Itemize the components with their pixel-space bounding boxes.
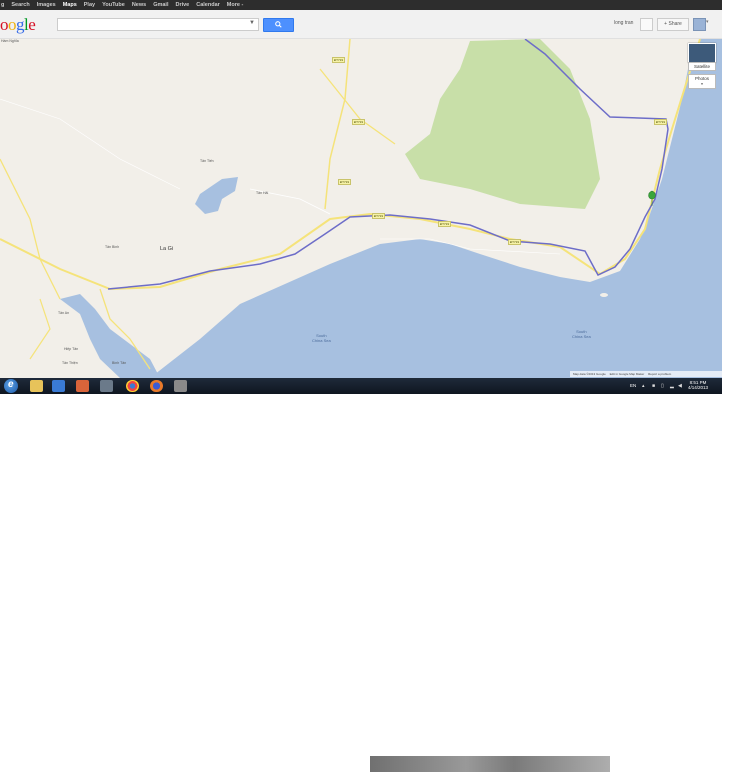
forest-area: [405, 39, 600, 209]
map-label: Tân Bình: [105, 245, 120, 249]
user-name[interactable]: long tran: [614, 20, 633, 26]
start-button[interactable]: e: [4, 379, 18, 393]
nav-item-more[interactable]: More -: [227, 2, 244, 8]
nav-item-play[interactable]: Play: [84, 2, 95, 8]
nav-item-youtube[interactable]: YouTube: [102, 2, 125, 8]
map-label: Tân Tiến: [200, 159, 214, 163]
nav-item-search[interactable]: Search: [11, 2, 29, 8]
chevron-down-icon[interactable]: ▼: [249, 20, 255, 26]
road-label: ĐT719: [654, 119, 668, 125]
map-label: Tân Thiện: [62, 361, 78, 365]
network-icon[interactable]: [100, 380, 113, 392]
map-base: [0, 39, 722, 378]
tool-icon[interactable]: [174, 380, 187, 392]
chrome-icon[interactable]: [126, 380, 139, 392]
satellite-toggle[interactable]: [688, 43, 716, 63]
map-label: Hiệp Tân: [64, 347, 79, 351]
maps-header: oogle ▼ long tran + Share ▾: [0, 10, 722, 39]
edit-map-maker-link[interactable]: Edit in Google Map Maker: [610, 372, 645, 376]
river-estuary: [60, 294, 160, 378]
share-button[interactable]: + Share: [657, 18, 689, 31]
nav-item-news[interactable]: News: [132, 2, 146, 8]
road-label: ĐT719: [508, 239, 522, 245]
search-button[interactable]: [263, 18, 294, 32]
taskbar-wallpaper: [370, 756, 610, 772]
tray-volume-icon[interactable]: ◀: [678, 383, 682, 389]
search-icon: [275, 21, 282, 28]
lake: [195, 177, 238, 214]
report-problem-link[interactable]: Report a problem: [648, 372, 671, 376]
map-canvas[interactable]: Hàm Nghĩa La Gi Tân Tiến Tân Bình Tân Hả…: [0, 39, 722, 378]
nav-item-drive[interactable]: Drive: [175, 2, 189, 8]
google-logo[interactable]: oogle: [0, 15, 36, 35]
media-player-icon[interactable]: [52, 380, 65, 392]
road-label: ĐT719: [352, 119, 366, 125]
explorer-icon[interactable]: [30, 380, 43, 392]
tray-flag-icon[interactable]: ■: [652, 383, 655, 389]
tray-signal-icon[interactable]: ▂: [670, 383, 674, 389]
windows-taskbar: e EN ▴ ■ ▯ ▂ ◀ 8:51 PM 4/14/2013: [0, 378, 722, 772]
map-label-la-gi: La Gi: [160, 246, 174, 252]
paint-icon[interactable]: [76, 380, 89, 392]
nav-item-gmail[interactable]: Gmail: [153, 2, 168, 8]
nav-item-maps[interactable]: Maps: [63, 2, 77, 8]
map-footer: Map data ©2013 Google Edit in Google Map…: [570, 371, 722, 377]
firefox-icon[interactable]: [150, 380, 163, 392]
avatar[interactable]: [693, 18, 706, 31]
map-label-sea: South China Sea: [312, 333, 331, 343]
language-indicator[interactable]: EN: [630, 383, 636, 388]
nav-item-calendar[interactable]: Calendar: [196, 2, 220, 8]
right-edge: [722, 0, 750, 385]
map-label: Tân Hải: [256, 191, 269, 195]
chevron-down-icon: ▾: [701, 82, 703, 86]
map-label: Bình Tân: [112, 361, 127, 365]
tray-arrow-icon[interactable]: ▴: [642, 383, 645, 389]
map-label-sea: South China Sea: [572, 329, 591, 339]
nav-item-images[interactable]: Images: [37, 2, 56, 8]
map-label: Tân An: [58, 311, 70, 315]
google-top-bar: g Search Images Maps Play YouTube News G…: [0, 0, 750, 10]
chevron-down-icon[interactable]: ▾: [706, 19, 709, 25]
map-data-credit: Map data ©2013 Google: [573, 372, 606, 376]
road-label: ĐT719: [338, 179, 352, 185]
notifications-button[interactable]: [640, 18, 653, 31]
top-nav: g Search Images Maps Play YouTube News G…: [1, 2, 243, 8]
taskbar-clock[interactable]: 8:51 PM 4/14/2013: [688, 380, 708, 390]
sea-area: [150, 39, 722, 378]
road-label: ĐT719: [372, 213, 386, 219]
tray-battery-icon[interactable]: ▯: [661, 383, 664, 389]
road-label: ĐT719: [438, 221, 452, 227]
photos-button[interactable]: Photos ▾: [688, 74, 716, 89]
map-label: Hàm Nghĩa: [1, 39, 19, 43]
satellite-button[interactable]: Satellite: [688, 62, 716, 71]
road-label: ĐT719: [332, 57, 346, 63]
nav-item-g[interactable]: g: [1, 2, 4, 8]
search-input[interactable]: ▼: [57, 18, 259, 31]
